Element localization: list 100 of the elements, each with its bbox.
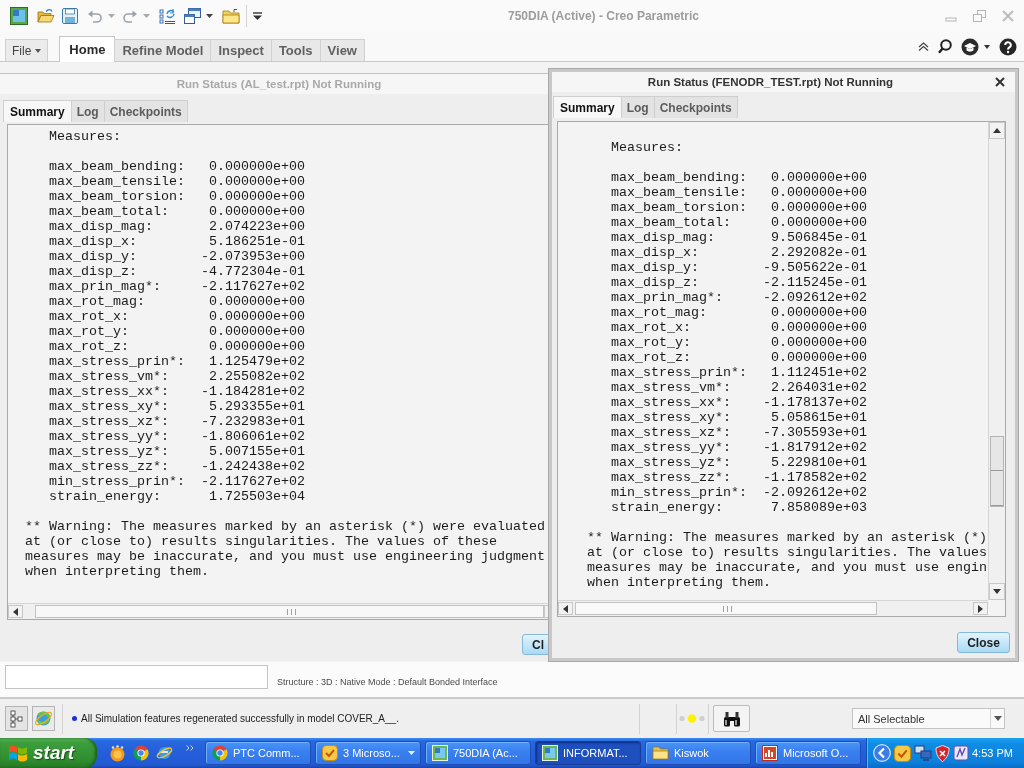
measure-value: -7.232983e+01 bbox=[200, 414, 305, 429]
measure-value: 0.000000e+00 bbox=[207, 294, 305, 309]
measure-value: 1.725503e+04 bbox=[207, 489, 305, 504]
clock: 4:53 PM bbox=[972, 747, 1013, 759]
scroll-left-icon[interactable] bbox=[563, 604, 568, 613]
measure-name: max_disp_y: bbox=[49, 249, 138, 264]
measure-value: 0.000000e+00 bbox=[769, 305, 867, 320]
binoculars-icon bbox=[722, 710, 741, 727]
shield-icon[interactable] bbox=[935, 744, 950, 762]
search-icon[interactable] bbox=[938, 39, 952, 54]
overlapping-windows-icon[interactable] bbox=[184, 8, 201, 24]
dialog-tab[interactable]: Summary bbox=[3, 100, 72, 122]
measure-name: max_rot_mag: bbox=[49, 294, 146, 309]
taskbar-button[interactable]: PTC Comm... bbox=[205, 741, 311, 765]
app-icon[interactable] bbox=[10, 7, 28, 25]
graduation-cap-icon[interactable] bbox=[961, 37, 979, 56]
collapse-chevron-icon[interactable] bbox=[918, 42, 929, 51]
measure-value: 1.112451e+02 bbox=[769, 365, 867, 380]
measure-value: 5.293355e+01 bbox=[207, 399, 305, 414]
warning-text: ** Warning: The measures marked by an asterisk (*) were evaluated at (or close to) results singularities. The values of these measures may be inaccurate, and you must use engineering judgment when interpreting them. bbox=[25, 519, 545, 579]
measure-name: max_stress_yy*: bbox=[49, 429, 170, 444]
file-menu[interactable]: File bbox=[5, 39, 49, 61]
measure-value: 5.186251e-01 bbox=[207, 234, 305, 249]
dialog-tab[interactable]: Log bbox=[620, 96, 655, 118]
globe-icon[interactable] bbox=[156, 745, 173, 761]
scroll-left-icon[interactable] bbox=[13, 607, 18, 616]
measure-value: 2.264031e+02 bbox=[769, 380, 867, 395]
network-computers-icon[interactable] bbox=[914, 745, 932, 761]
dialog-tab[interactable]: Summary bbox=[553, 96, 622, 118]
warning-text: ** Warning: The measures marked by an asterisk (*) at (or close to) results singularities. The values measures may be inaccurate, and you must use engin when interpreting them. bbox=[587, 530, 987, 590]
measure-name: max_disp_y: bbox=[611, 260, 700, 275]
notepad-icon[interactable] bbox=[953, 745, 969, 761]
ribbon-tab[interactable]: View bbox=[319, 39, 365, 61]
scrollbar-thumb[interactable] bbox=[990, 436, 1004, 507]
folder-icon[interactable] bbox=[222, 8, 240, 24]
scrollbar-thumb[interactable] bbox=[35, 605, 544, 618]
scroll-up-icon[interactable] bbox=[993, 128, 1001, 133]
measure-value: 0.000000e+00 bbox=[769, 215, 867, 230]
measure-name: max_stress_xz*: bbox=[611, 425, 732, 440]
window-title: 750DIA (Active) - Creo Parametric bbox=[507, 9, 700, 23]
help-icon[interactable] bbox=[999, 37, 1017, 56]
measure-name: max_rot_y: bbox=[611, 335, 692, 350]
measure-name: max_stress_yz*: bbox=[611, 455, 732, 470]
left-chevron-icon[interactable] bbox=[873, 744, 891, 762]
measure-name: max_stress_prin*: bbox=[611, 365, 748, 380]
measure-value: 0.000000e+00 bbox=[769, 170, 867, 185]
horizontal-scrollbar[interactable] bbox=[558, 600, 988, 616]
measure-name: max_beam_total: bbox=[49, 204, 170, 219]
folder-icon bbox=[652, 746, 669, 760]
undo-arrow-icon[interactable] bbox=[87, 9, 103, 23]
measure-name: max_beam_torsion: bbox=[49, 189, 186, 204]
taskbar-button[interactable]: Kiswok bbox=[645, 741, 751, 765]
ribbon-tab[interactable]: Home bbox=[59, 36, 116, 62]
dialog-tab[interactable]: Checkpoints bbox=[653, 96, 738, 118]
find-button[interactable] bbox=[713, 705, 750, 732]
measure-value: 2.074223e+00 bbox=[207, 219, 305, 234]
redo-arrow-icon[interactable] bbox=[122, 9, 138, 23]
taskbar-button[interactable]: Microsoft O... bbox=[755, 741, 861, 765]
list-refresh-icon[interactable] bbox=[159, 7, 176, 25]
close-button[interactable]: Close bbox=[957, 632, 1010, 653]
caret-icon[interactable] bbox=[984, 44, 990, 49]
measure-value: -1.178582e+02 bbox=[762, 470, 867, 485]
measure-name: max_stress_vm*: bbox=[49, 369, 170, 384]
open-folder-icon[interactable] bbox=[37, 8, 55, 24]
measure-name: max_rot_z: bbox=[611, 350, 692, 365]
check-badge-icon[interactable] bbox=[894, 744, 911, 762]
tree-diagram-icon[interactable] bbox=[5, 706, 28, 731]
scroll-down-icon[interactable] bbox=[993, 589, 1001, 594]
segmented-circle-icon[interactable] bbox=[133, 745, 149, 761]
measure-name: max_stress_xx*: bbox=[49, 384, 170, 399]
measure-name: min_stress_prin*: bbox=[611, 485, 748, 500]
scroll-right-icon[interactable] bbox=[978, 604, 983, 613]
dropdown-arrow-icon[interactable] bbox=[253, 12, 262, 20]
measure-name: max_rot_z: bbox=[49, 339, 130, 354]
dialog-tab[interactable]: Checkpoints bbox=[103, 100, 188, 122]
ribbon-tab[interactable]: Tools bbox=[270, 39, 321, 61]
dialog-tab[interactable]: Log bbox=[70, 100, 105, 122]
ball-icon[interactable] bbox=[109, 744, 126, 762]
taskbar-button[interactable]: INFORMAT... bbox=[535, 741, 641, 765]
taskbar-button[interactable]: 750DIA (Ac... bbox=[425, 741, 531, 765]
double-chevron-icon[interactable] bbox=[186, 744, 194, 751]
ribbon-tab[interactable]: Inspect bbox=[210, 39, 272, 61]
globe-icon[interactable] bbox=[32, 706, 55, 731]
measure-value: 2.255082e+02 bbox=[207, 369, 305, 384]
vertical-scrollbar[interactable] bbox=[988, 122, 1005, 600]
input-field[interactable] bbox=[5, 664, 268, 689]
app-icon bbox=[542, 745, 558, 761]
taskbar-button[interactable]: 3 Microso... bbox=[315, 741, 421, 765]
measure-value: 5.007155e+01 bbox=[207, 444, 305, 459]
measure-value: 0.000000e+00 bbox=[207, 324, 305, 339]
start-button[interactable]: start bbox=[0, 738, 97, 768]
measure-value: 0.000000e+00 bbox=[207, 159, 305, 174]
measure-name: max_stress_yz*: bbox=[49, 444, 170, 459]
selection-filter-dropdown[interactable]: All Selectable bbox=[852, 708, 1005, 729]
ribbon-tab[interactable]: Refine Model bbox=[114, 39, 212, 61]
measure-value: 0.000000e+00 bbox=[207, 174, 305, 189]
measure-name: max_prin_mag*: bbox=[611, 290, 724, 305]
scrollbar-thumb[interactable] bbox=[575, 602, 877, 615]
caret-icon[interactable] bbox=[206, 14, 213, 18]
close-icon[interactable] bbox=[995, 77, 1005, 87]
